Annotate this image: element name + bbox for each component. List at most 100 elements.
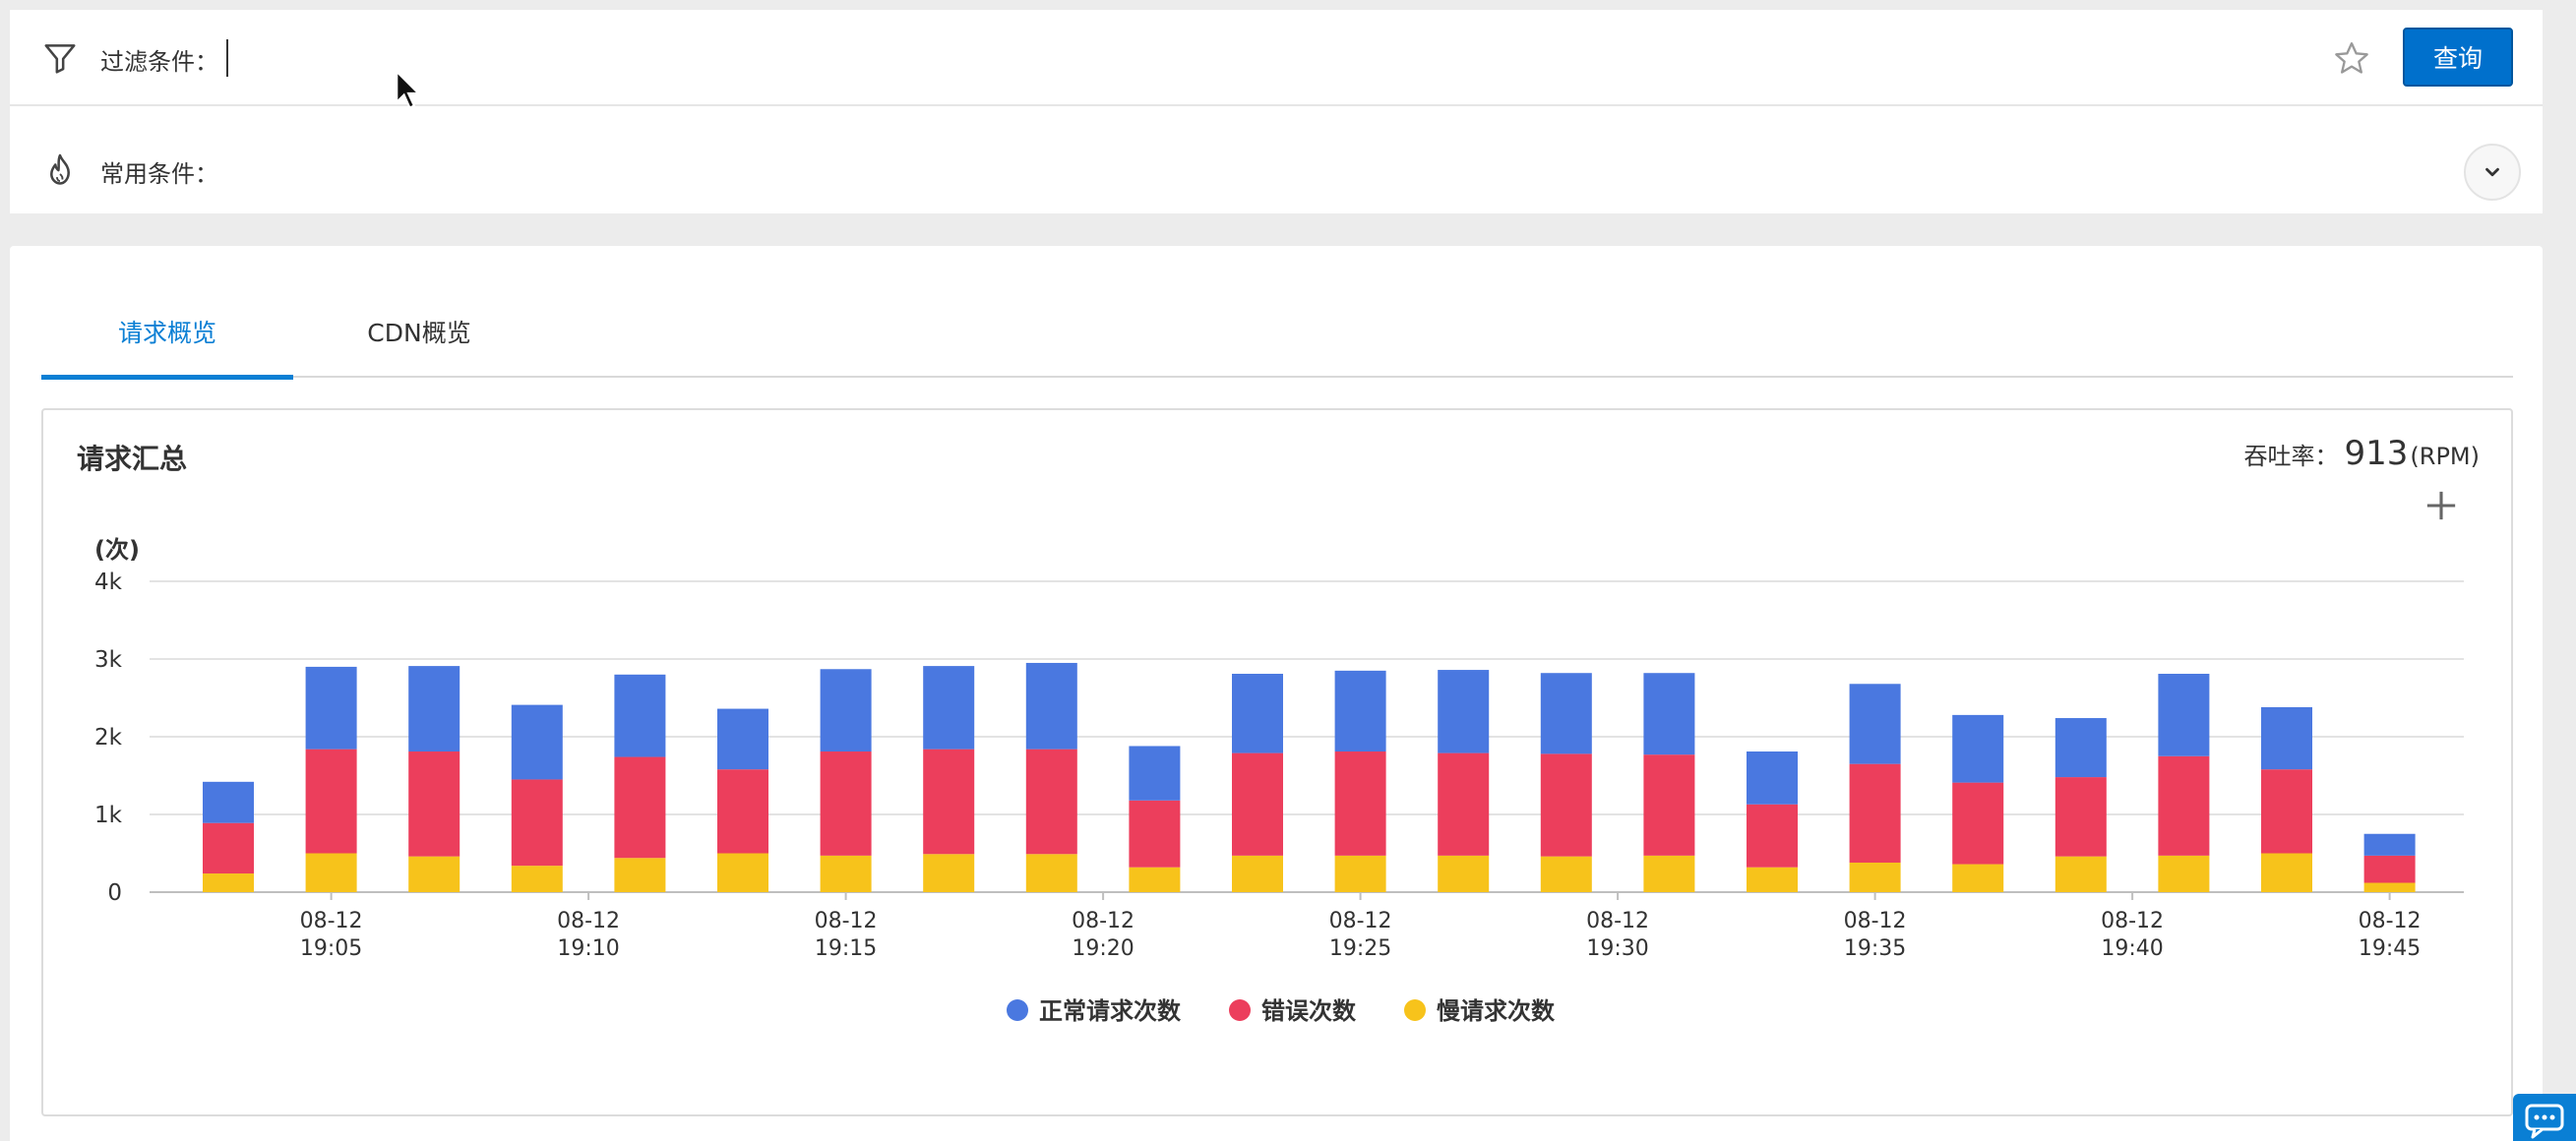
- x-tick-label: 08-12: [2359, 909, 2422, 933]
- bar-segment: [408, 856, 460, 892]
- x-tick-label: 08-12: [1586, 909, 1649, 933]
- chat-icon: [2525, 1104, 2564, 1139]
- bar-segment: [511, 866, 563, 892]
- bar-segment: [1952, 714, 2004, 783]
- bar-segment: [2158, 755, 2210, 856]
- bar-segment: [1334, 855, 1386, 892]
- x-tick-label: 19:05: [300, 936, 362, 961]
- bar-segment: [305, 749, 357, 854]
- bar-segment: [820, 751, 872, 856]
- tab-bar: 请求概览 CDN概览: [41, 285, 2513, 380]
- bar-segment: [1643, 673, 1695, 755]
- bar-segment: [1334, 751, 1386, 856]
- y-tick-label: 3k: [94, 647, 123, 673]
- bar-segment: [1540, 673, 1592, 754]
- legend-label: 错误次数: [1261, 997, 1357, 1025]
- legend-label: 正常请求次数: [1039, 997, 1182, 1025]
- bar-segment: [408, 666, 460, 752]
- common-conditions-row: 常用条件：: [10, 108, 2543, 205]
- stacked-bar-chart: (次) 0 1k 2k 3k 4k 08-12 19:05 08-12 19:10 08-12 19:…: [94, 536, 2464, 1025]
- x-tick-label: 08-12: [1844, 909, 1907, 933]
- common-conditions-label: 常用条件：: [100, 160, 218, 188]
- bar-segment: [2261, 769, 2312, 854]
- bar-segment: [1849, 862, 1901, 892]
- bar-segment: [923, 666, 975, 750]
- legend-marker: [1229, 999, 1251, 1021]
- bar-segment: [1540, 753, 1592, 857]
- bar-segment: [1334, 670, 1386, 752]
- filter-icon: [44, 44, 76, 74]
- x-tick-label: 08-12: [557, 909, 620, 933]
- x-tick-label: 19:45: [2359, 936, 2421, 961]
- x-tick-label: 19:20: [1072, 936, 1134, 961]
- bar-segment: [1232, 855, 1283, 892]
- filter-panel: 过滤条件： 查询 常用条件：: [10, 10, 2543, 213]
- bar-segment: [2363, 833, 2416, 856]
- bar-segment: [1438, 855, 1490, 892]
- bar-segment: [1952, 782, 2004, 865]
- x-tick-label: 08-12: [2101, 909, 2164, 933]
- query-button[interactable]: 查询: [2403, 28, 2513, 87]
- mouse-cursor-icon: [396, 69, 421, 109]
- bar-segment: [1849, 684, 1901, 764]
- legend-label: 慢请求次数: [1437, 997, 1556, 1025]
- bar-segment: [203, 873, 254, 892]
- bar-segment: [1025, 662, 1077, 750]
- chevron-down-icon: [2485, 167, 2499, 177]
- bar-segment: [923, 854, 975, 892]
- x-tick-label: 19:30: [1586, 936, 1648, 961]
- bar-segment: [511, 779, 563, 867]
- x-tick-label: 19:15: [815, 936, 877, 961]
- bar-segment: [1849, 763, 1901, 863]
- bar-segment: [614, 756, 666, 859]
- y-axis-unit: (次): [94, 536, 140, 564]
- y-tick-label: 0: [107, 880, 122, 906]
- bar-segment: [2055, 777, 2107, 857]
- bar-segment: [1129, 800, 1181, 868]
- bar-segment: [1747, 867, 1798, 892]
- bar-segment: [1643, 754, 1695, 856]
- tab-cdn-overview[interactable]: CDN概览: [293, 285, 545, 378]
- filter-input[interactable]: [226, 39, 228, 77]
- main-panel: 请求概览 CDN概览 请求汇总 吞吐率： 913 (RPM) (次) 0 1k 2k 3…: [10, 246, 2543, 1141]
- bar-segment: [923, 749, 975, 855]
- bar-segment: [1747, 804, 1798, 868]
- bar-segment: [203, 822, 254, 874]
- bar-segment: [2055, 856, 2107, 892]
- bar-segment: [1232, 752, 1283, 856]
- bar-segment: [1540, 856, 1592, 892]
- bar-segment: [1025, 749, 1077, 855]
- bar-segment: [820, 669, 872, 752]
- bar-segment: [717, 708, 768, 770]
- bar-segment: [305, 666, 357, 750]
- bar-segment: [511, 704, 563, 780]
- filter-row: 过滤条件： 查询: [10, 10, 2543, 109]
- bar-segment: [305, 853, 357, 892]
- bar-segment: [820, 855, 872, 892]
- bar-segment: [2158, 855, 2210, 892]
- legend-marker: [1007, 999, 1028, 1021]
- bar-segment: [408, 751, 460, 857]
- fire-icon: [50, 153, 70, 185]
- bar-segment: [1643, 855, 1695, 892]
- bar-segment: [1129, 867, 1181, 892]
- bar-segment: [614, 674, 666, 757]
- chat-button[interactable]: [2513, 1094, 2576, 1141]
- bar-segment: [2055, 718, 2107, 778]
- x-tick-label: 08-12: [1329, 909, 1392, 933]
- bar-segment: [2363, 855, 2416, 883]
- bar-segment: [1232, 674, 1283, 753]
- filter-label: 过滤条件：: [100, 48, 218, 76]
- bar-segment: [1129, 746, 1181, 801]
- favorite-star-icon[interactable]: [2332, 39, 2371, 79]
- expand-button[interactable]: [2464, 144, 2521, 201]
- x-tick-label: 19:35: [1844, 936, 1906, 961]
- bar-segment: [1438, 752, 1490, 856]
- request-summary-card: 请求汇总 吞吐率： 913 (RPM) (次) 0 1k 2k 3k 4k 08-12 19:…: [41, 408, 2513, 1116]
- bar-segment: [1747, 751, 1798, 805]
- tab-request-overview[interactable]: 请求概览: [41, 285, 293, 380]
- bar-segment: [717, 853, 768, 892]
- bar-segment: [717, 769, 768, 854]
- x-tick-label: 19:40: [2101, 936, 2163, 961]
- bar-segment: [2261, 706, 2312, 770]
